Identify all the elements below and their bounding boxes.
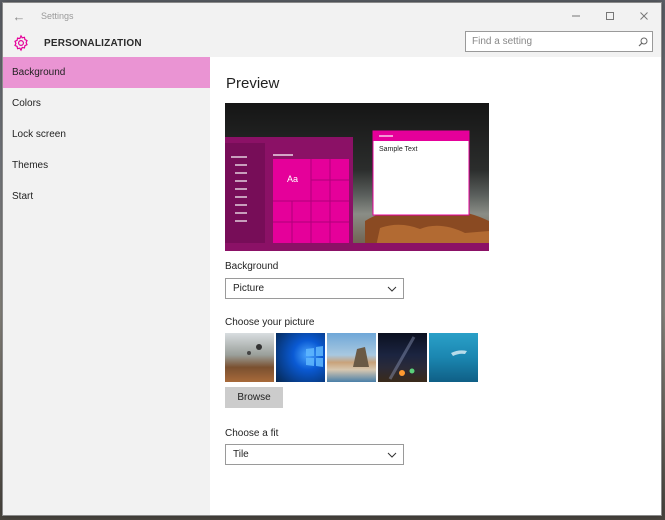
- sidebar-item-background[interactable]: Background: [3, 57, 210, 88]
- maximize-button[interactable]: [593, 3, 627, 29]
- fit-dropdown[interactable]: Tile: [225, 444, 404, 465]
- chevron-down-icon: [387, 452, 397, 458]
- gear-icon: [10, 32, 32, 54]
- sidebar-item-themes[interactable]: Themes: [3, 150, 210, 181]
- choose-fit-label: Choose a fit: [225, 428, 279, 439]
- browse-button-label: Browse: [237, 392, 271, 403]
- picture-thumbnail-beach[interactable]: [327, 333, 376, 382]
- picture-thumbnail-underwater[interactable]: [429, 333, 478, 382]
- rock-icon: [353, 347, 369, 367]
- search-box[interactable]: [465, 31, 653, 52]
- sidebar-item-label: Colors: [12, 98, 41, 109]
- fit-dropdown-value: Tile: [233, 449, 249, 460]
- preview-desktop: [225, 130, 489, 251]
- background-dropdown[interactable]: Picture: [225, 278, 404, 299]
- background-dropdown-value: Picture: [233, 283, 265, 294]
- sidebar-item-label: Lock screen: [12, 129, 66, 140]
- browse-button[interactable]: Browse: [225, 387, 283, 408]
- minimize-icon: [572, 15, 580, 17]
- page-title: PERSONALIZATION: [44, 37, 142, 49]
- search-input[interactable]: [466, 36, 634, 47]
- close-icon: [640, 12, 648, 20]
- sidebar-item-label: Start: [12, 191, 34, 202]
- minimize-button[interactable]: [559, 3, 593, 29]
- sidebar-item-label: Background: [12, 67, 66, 78]
- sidebar: Background Colors Lock screen Themes Sta…: [3, 57, 210, 515]
- preview-sample-text: Sample Text: [379, 146, 418, 153]
- title-bar: ← Settings: [3, 3, 661, 29]
- swimmer-icon: [451, 350, 467, 356]
- sidebar-item-start[interactable]: Start: [3, 181, 210, 212]
- window-title: Settings: [41, 11, 74, 21]
- page-header: PERSONALIZATION: [3, 29, 661, 57]
- window-controls: [559, 3, 661, 29]
- picture-thumbnail-desert[interactable]: [225, 333, 274, 382]
- search-icon[interactable]: [634, 37, 652, 47]
- picture-thumbnail-night[interactable]: [378, 333, 427, 382]
- settings-window: ← Settings PERSONALIZATION Find a settin…: [2, 2, 662, 516]
- background-label: Background: [225, 261, 279, 272]
- chevron-down-icon: [387, 286, 397, 292]
- back-arrow-icon: ←: [12, 8, 26, 24]
- preview-heading: Preview: [226, 75, 280, 92]
- sidebar-item-colors[interactable]: Colors: [3, 88, 210, 119]
- sidebar-item-lock-screen[interactable]: Lock screen: [3, 119, 210, 150]
- close-button[interactable]: [627, 3, 661, 29]
- balloon-icon: [247, 344, 262, 355]
- star-trail-icon: [388, 336, 416, 380]
- choose-picture-label: Choose your picture: [225, 317, 315, 328]
- preview-tile-text: Aa: [287, 174, 299, 184]
- windows-logo-icon: [306, 346, 323, 367]
- main-content: Preview Aa Sample Text Background Pictur…: [210, 57, 661, 515]
- picture-thumbnail-windows[interactable]: [276, 333, 325, 382]
- back-button[interactable]: ←: [3, 3, 35, 29]
- sidebar-item-label: Themes: [12, 160, 49, 171]
- maximize-icon: [606, 12, 614, 20]
- background-preview: Aa Sample Text: [225, 103, 489, 251]
